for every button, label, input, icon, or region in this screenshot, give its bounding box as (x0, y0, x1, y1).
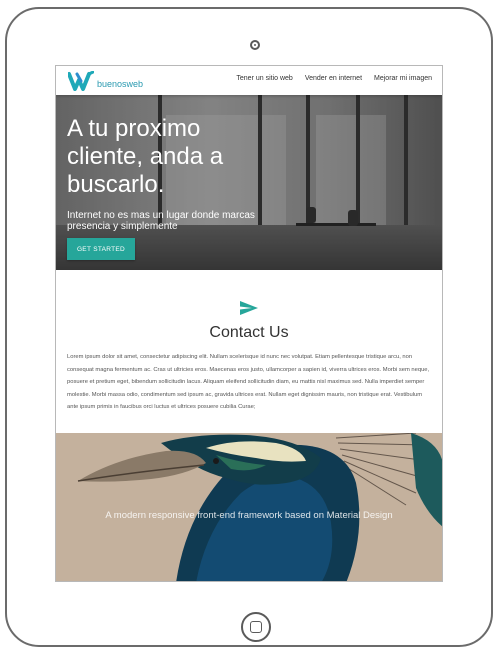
send-icon (240, 301, 258, 315)
nav-links: Tener un sitio web Vender en internet Me… (236, 75, 432, 82)
home-square-icon (250, 621, 262, 633)
camera-icon (250, 40, 260, 50)
parallax-caption: A modern responsive front-end framework … (105, 510, 393, 521)
nav-link-tener-sitio[interactable]: Tener un sitio web (236, 75, 292, 82)
logo-w-icon (68, 71, 94, 91)
get-started-button[interactable]: GET STARTED (67, 238, 135, 260)
hero-subtitle: Internet no es mas un lugar donde marcas… (67, 210, 255, 232)
nav-link-mejorar[interactable]: Mejorar mi imagen (374, 75, 432, 82)
navbar: buenosweb Tener un sitio web Vender en i… (56, 66, 442, 95)
hero-title: A tu proximo cliente, anda a buscarlo. (67, 115, 224, 198)
home-button[interactable] (241, 612, 271, 642)
contact-title: Contact Us (209, 324, 289, 341)
hero-banner: A tu proximo cliente, anda a buscarlo. I… (56, 95, 442, 270)
nav-link-vender[interactable]: Vender en internet (305, 75, 362, 82)
peacock-parallax: A modern responsive front-end framework … (56, 433, 442, 581)
contact-section: Contact Us Lorem ipsum dolor sit amet, c… (56, 270, 442, 433)
contact-body-text: Lorem ipsum dolor sit amet, consectetur … (67, 354, 430, 411)
website-screen: buenosweb Tener un sitio web Vender en i… (55, 65, 443, 582)
brand-logo[interactable]: buenosweb (68, 70, 143, 92)
brand-name: buenosweb (97, 79, 144, 89)
peacock-image (56, 433, 442, 581)
